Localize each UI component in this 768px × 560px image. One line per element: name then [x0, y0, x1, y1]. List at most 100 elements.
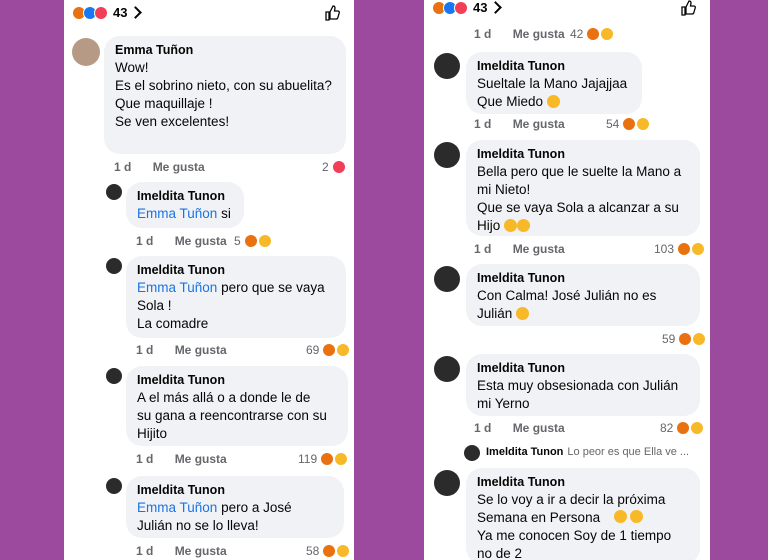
avatar[interactable] [72, 38, 100, 66]
angry-reaction-icon [678, 332, 693, 346]
comment-bubble: Imeldita Tunon Se lo voy a ir a decir la… [466, 468, 700, 560]
mention-link[interactable]: Emma Tuñon [137, 206, 217, 221]
wow-reaction-icon [336, 544, 351, 558]
mention-link[interactable]: Emma Tuñon [137, 280, 217, 295]
comment-actions: 1 d Me gusta [136, 544, 245, 558]
reaction-counter-value: 42 [570, 27, 584, 41]
comment-time: 1 d [136, 544, 154, 558]
angry-reaction-icon [322, 343, 337, 357]
wow-reaction-icon [690, 421, 705, 435]
angry-reaction-icon [586, 27, 601, 41]
grinning-face-emoji-icon [630, 510, 643, 523]
wow-reaction-icon [336, 343, 351, 357]
reply-preview[interactable]: Imeldita Tunon Lo peor es que Ella ve ... [486, 446, 689, 458]
reaction-counter[interactable]: 5 [234, 234, 272, 248]
avatar[interactable] [434, 53, 460, 79]
like-link[interactable]: Me gusta [175, 343, 227, 357]
wow-reaction-icon [334, 452, 349, 466]
comment-author[interactable]: Imeldita Tunon [477, 58, 631, 75]
comment-author[interactable]: Imeldita Tunon [137, 482, 333, 499]
comment-text: Esta muy obsesionada con Julián mi Yerno [477, 378, 679, 411]
avatar[interactable] [434, 142, 460, 168]
like-link[interactable]: Me gusta [513, 117, 565, 131]
comment-text: Wow! Es el sobrino nieto, con su abuelit… [115, 60, 332, 129]
avatar[interactable] [106, 368, 122, 384]
reaction-counter[interactable]: 42 [570, 27, 615, 41]
avatar[interactable] [106, 184, 122, 200]
comment-bubble: Imeldita Tunon Emma Tuñon si [126, 182, 244, 228]
comment-author[interactable]: Imeldita Tunon [137, 262, 335, 279]
reaction-count: 43 [113, 5, 128, 20]
comment-author[interactable]: Imeldita Tunon [477, 474, 689, 491]
comment-bubble: Imeldita Tunon Emma Tuñon pero a José Ju… [126, 476, 344, 538]
reaction-counter-value: 103 [654, 242, 675, 256]
comment-author[interactable]: Emma Tuñon [115, 42, 335, 59]
like-link[interactable]: Me gusta [175, 544, 227, 558]
reaction-counter[interactable]: 58 [306, 544, 351, 558]
reaction-summary[interactable]: 43 [432, 0, 503, 15]
like-link[interactable]: Me gusta [513, 27, 565, 41]
chevron-right-icon [489, 1, 503, 14]
comment-time: 1 d [136, 452, 154, 466]
comment-author[interactable]: Imeldita Tunon [137, 372, 337, 389]
love-reaction-icon [94, 5, 108, 20]
eye-roll-emoji-icon [516, 307, 530, 320]
comment-time: 1 d [474, 27, 492, 41]
comment-text: si [221, 206, 231, 221]
reaction-counter[interactable]: 119 [298, 452, 349, 466]
comment-author[interactable]: Imeldita Tunon [137, 188, 233, 205]
reaction-counter[interactable]: 54 [606, 117, 651, 131]
comment-bubble: Imeldita Tunon Emma Tuñon pero que se va… [126, 256, 346, 338]
comment-time: 1 d [114, 160, 132, 174]
avatar[interactable] [106, 258, 122, 274]
reply-preview-author: Imeldita Tunon [486, 446, 564, 458]
reaction-counter[interactable]: 69 [306, 343, 351, 357]
reaction-counter-value: 119 [298, 452, 318, 466]
like-link[interactable]: Me gusta [513, 242, 565, 256]
like-link[interactable]: Me gusta [513, 421, 565, 435]
reaction-counter[interactable]: 103 [654, 242, 706, 256]
comment-actions: 1 d Me gusta [136, 234, 245, 248]
comment-time: 1 d [474, 117, 492, 131]
avatar[interactable] [434, 266, 460, 292]
comment-bubble: Imeldita Tunon Esta muy obsesionada con … [466, 354, 700, 416]
comment-time: 1 d [474, 421, 492, 435]
like-link[interactable]: Me gusta [153, 160, 205, 174]
comment-actions: 1 d Me gusta [114, 160, 223, 174]
thumbs-up-icon[interactable] [680, 0, 696, 16]
avatar[interactable] [434, 470, 460, 496]
angry-reaction-icon [677, 242, 692, 256]
comment-author[interactable]: Imeldita Tunon [477, 146, 689, 163]
comment-time: 1 d [136, 343, 154, 357]
like-link[interactable]: Me gusta [175, 234, 227, 248]
comment-actions: 1 d Me gusta [474, 117, 583, 131]
comment-actions: 1 d Me gusta [136, 452, 245, 466]
reaction-counter-value: 54 [606, 117, 620, 131]
comment-author[interactable]: Imeldita Tunon [477, 270, 689, 287]
avatar[interactable] [106, 478, 122, 494]
comment-actions: 1 d Me gusta [474, 27, 583, 41]
wow-reaction-icon [257, 234, 272, 248]
reaction-count: 43 [473, 0, 488, 15]
reaction-summary[interactable]: 43 [72, 5, 143, 20]
wow-reaction-icon [692, 332, 707, 346]
reply-preview-text: Lo peor es que Ella ve ... [567, 446, 690, 458]
love-reaction-icon [454, 0, 468, 15]
comment-bubble: Imeldita Tunon Bella pero que le suelte … [466, 140, 700, 236]
reaction-counter-value: 69 [306, 343, 320, 357]
avatar[interactable] [464, 445, 480, 461]
reaction-counter[interactable]: 82 [660, 421, 705, 435]
comment-author[interactable]: Imeldita Tunon [477, 360, 689, 377]
thumbs-up-icon[interactable] [324, 5, 340, 21]
wow-reaction-icon [691, 242, 706, 256]
comment-actions: 1 d Me gusta [474, 421, 583, 435]
reaction-counter[interactable]: 2 [322, 160, 346, 174]
mention-link[interactable]: Emma Tuñon [137, 500, 217, 515]
reaction-counter[interactable]: 59 [662, 332, 707, 346]
right-screenshot-panel: 43 1 d Me gusta 42 Imeldita Tunon Suelta… [424, 0, 710, 560]
reaction-counter-value: 82 [660, 421, 674, 435]
avatar[interactable] [434, 356, 460, 382]
like-link[interactable]: Me gusta [175, 452, 227, 466]
angry-reaction-icon [676, 421, 691, 435]
smiling-hearts-emoji-icon [614, 510, 627, 523]
